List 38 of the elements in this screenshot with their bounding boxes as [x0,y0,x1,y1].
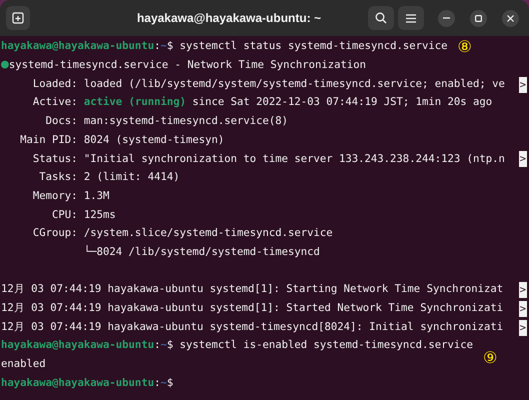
terminal-line: └─8024 /lib/systemd/systemd-timesyncd [82,244,320,260]
minimize-icon [443,17,450,19]
overflow-marker: > [518,300,527,317]
close-icon [507,14,514,22]
terminal-line: CGroup: /system.slice/systemd-timesyncd.service [32,226,333,242]
menu-icon [406,14,416,22]
minimize-button[interactable] [438,10,455,26]
maximize-button[interactable] [470,10,487,26]
terminal-line: Loaded: loaded (/lib/systemd/system/systemd-timesyncd.service; enabled; ve [32,76,505,92]
annotation-number: ⑧ [458,39,472,56]
close-button[interactable] [502,10,519,26]
annotation-number: ⑨ [483,350,497,366]
terminal-line: 12月 03 07:44:19 hayakawa-ubuntu systemd[1]: Starting Network Time Synchronizat [1,282,504,298]
overflow-marker: > [518,151,527,168]
terminal-line: Active: active (running) since Sat 2022-12-03 07:44:19 JST; 1min 20s ago [32,95,492,110]
terminal-line: enabled [1,357,46,372]
new-tab-icon [12,12,24,24]
terminal-line: Main PID: 8024 (systemd-timesyn) [19,132,224,148]
terminal-line: Status: "Initial synchronization to time server 133.243.238.244:123 (ntp.n [32,152,505,167]
search-button[interactable] [368,6,394,30]
terminal-line: hayakawa@hayakawa-ubuntu:~$ systemctl status systemd-timesyncd.service [1,39,448,54]
menu-button[interactable] [398,6,424,30]
window-title: hayakawa@hayakawa-ubuntu: ~ [136,10,322,27]
terminal-line: 12月 03 07:44:19 hayakawa-ubuntu systemd-timesyncd[8024]: Initial synchronizati [1,320,504,335]
terminal-line: 12月 03 07:44:19 hayakawa-ubuntu systemd[1]: Started Network Time Synchronizati [1,301,504,316]
maximize-icon [475,14,482,22]
terminal-line: hayakawa@hayakawa-ubuntu:~$ systemctl is-enabled systemd-timesyncd.service [1,338,474,354]
search-icon [375,12,387,24]
terminal-line: Memory: 1.3M [32,188,110,204]
overflow-marker: > [518,76,527,93]
terminal-line: Tasks: 2 (limit: 4414) [38,170,180,186]
terminal-line: CPU: 125ms [51,208,116,223]
terminal-line: hayakawa@hayakawa-ubuntu:~$ [1,376,174,391]
overflow-marker: > [518,320,527,336]
terminal-line: ●systemd-timesyncd.service - Network Time Synchronization [1,58,366,74]
new-tab-button[interactable] [6,6,30,30]
overflow-marker: > [518,282,527,298]
terminal-line: Docs: man:systemd-timesyncd.service(8) [44,114,288,130]
